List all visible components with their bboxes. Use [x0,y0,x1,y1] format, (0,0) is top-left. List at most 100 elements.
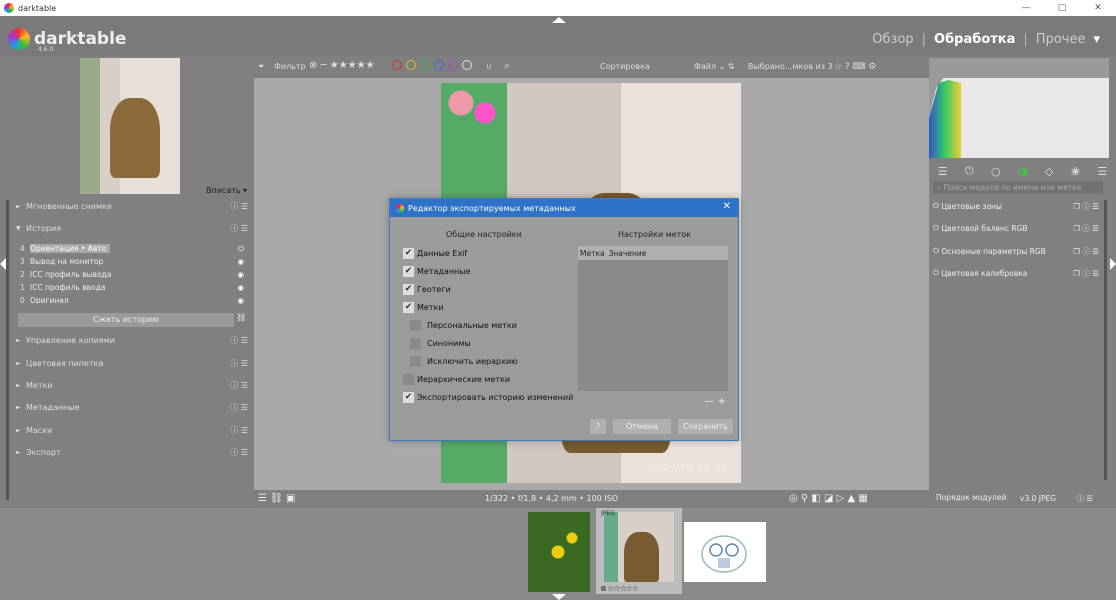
tag-formula-list[interactable]: Метка Значение [578,246,728,391]
checkbox-label: Иерархические метки [417,375,511,384]
right-scrollbar[interactable] [1104,200,1107,480]
filter-icon[interactable]: ⏷ [258,62,264,72]
collapse-bottom-arrow-icon[interactable] [552,594,566,600]
base-modules-icon[interactable]: ○ [991,165,1001,178]
geotags-checkbox[interactable]: ✔ Геотеги [403,284,451,295]
section-history[interactable]: ▼ История ⓘ ☰ [16,219,252,237]
expand-arrow-icon: ► [16,403,21,411]
bottom-right-icons[interactable]: ◎ ⚲ ◧ ◪ ▷ ▲ ▦ [789,493,868,504]
quick-access-icon[interactable]: ☰ [938,165,948,178]
collapse-right-arrow-icon[interactable] [1110,258,1116,270]
module-row[interactable]: ⏻ Основные параметры RGB ❐ ⓘ ☰ [933,242,1103,260]
section-options-icon[interactable]: ⓘ ☰ [230,335,248,346]
brand-version: 4.6.0 [38,46,54,53]
yellow-dot-icon[interactable] [406,60,416,70]
section-duplicates[interactable]: ► Управление копиями ⓘ ☰ [16,331,252,349]
history-item[interactable]: 1 ICC профиль ввода ◉ [20,282,250,293]
module-row[interactable]: ⏻ Цветовая калибровка ❐ ⓘ ☰ [933,264,1103,282]
section-color-picker[interactable]: ► Цветовая пипетка ⓘ ☰ [16,354,252,372]
correct-modules-icon[interactable]: ◇ [1045,165,1053,178]
module-icons[interactable]: ❐ ⓘ ☰ [1073,246,1099,257]
zoom-fit-dropdown[interactable]: Вписать ▾ [206,186,247,195]
power-icon[interactable]: ⏻ [933,246,939,256]
history-item[interactable]: 3 Вывод на монитор ◉ [20,256,250,267]
sort-dropdown[interactable]: Файл ⌄ ⇅ [694,62,735,71]
module-icons[interactable]: ❐ ⓘ ☰ [1073,268,1099,279]
module-order-icons[interactable]: ⓘ ☰ [1076,494,1093,503]
view-darkroom[interactable]: Обработка [934,32,1015,47]
power-icon[interactable]: ⏻ [933,201,939,211]
module-icons[interactable]: ❐ ⓘ ☰ [1073,223,1099,234]
save-button[interactable]: Сохранить [678,419,733,434]
section-masks[interactable]: ► Маски ⓘ ☰ [16,421,252,439]
cancel-button[interactable]: Отмена [613,419,671,434]
section-options-icon[interactable]: ⓘ ☰ [230,402,248,413]
hierarchical-tags-checkbox[interactable]: Иерархические метки [403,374,510,385]
module-icons[interactable]: ❐ ⓘ ☰ [1073,201,1099,212]
compress-history-button[interactable]: Сжать историю [18,313,234,327]
effect-modules-icon[interactable]: ❀ [1071,165,1080,178]
omit-hierarchy-checkbox[interactable]: Исключить иерархию [410,356,518,367]
private-tags-checkbox[interactable]: Персональные метки [410,320,517,331]
column-tag[interactable]: Метка [580,249,605,258]
left-scrollbar[interactable] [6,200,9,500]
rating-filter[interactable]: ⊗ ─ ★★★★★ [309,60,375,71]
maximize-button[interactable]: ▢ [1044,0,1080,16]
view-lighttable[interactable]: Обзор [872,32,913,47]
module-search-input[interactable]: ⌕ Поиск модуля по имени или метке [933,181,1103,194]
history-item[interactable]: 4 Ориентация • Авто ⏻ [20,243,250,254]
synonyms-checkbox[interactable]: Синонимы [410,338,471,349]
filmstrip-thumb[interactable] [684,522,766,582]
section-options-icon[interactable]: ⓘ ☰ [230,223,248,234]
column-value[interactable]: Значение [609,249,647,258]
tags-checkbox[interactable]: ✔ Метки [403,302,444,313]
minimize-button[interactable]: — [1008,0,1044,16]
section-options-icon[interactable]: ⓘ ☰ [230,447,248,458]
active-modules-icon[interactable]: ⏻ [965,164,974,178]
module-row[interactable]: ⏻ Цветовой баланс RGB ❐ ⓘ ☰ [933,219,1103,237]
section-options-icon[interactable]: ⓘ ☰ [230,425,248,436]
checkbox-label: Геотеги [417,285,451,294]
exif-checkbox[interactable]: ✔ Данные Exif [403,248,467,259]
color-modules-icon[interactable]: ◑ [1018,165,1028,178]
search-icon[interactable]: ⌕ [504,59,510,73]
power-icon[interactable]: ⏻ [933,223,939,233]
history-item[interactable]: 0 Оригинал ◉ [20,295,250,306]
toolbar-icons[interactable]: ☆ ? ⌨ ⚙ [834,62,877,72]
union-icon[interactable]: ∪ [486,62,492,71]
section-tags[interactable]: ► Метки ⓘ ☰ [16,376,252,394]
histogram[interactable] [929,58,1109,158]
darktable-logo-icon [8,28,30,50]
filmstrip-thumb[interactable] [528,512,590,592]
power-icon[interactable]: ⏻ [933,268,939,278]
section-export[interactable]: ► Экспорт ⓘ ☰ [16,443,252,461]
section-options-icon[interactable]: ⓘ ☰ [230,380,248,391]
section-snapshots[interactable]: ► Мгновенные снимки ⓘ ☰ [16,197,252,215]
color-label-filter[interactable] [392,60,472,70]
collapse-top-arrow-icon[interactable] [552,17,566,23]
close-icon[interactable]: ✕ [723,201,731,212]
views-dropdown-icon[interactable]: ▾ [1093,32,1100,47]
view-other[interactable]: Прочее [1036,32,1086,47]
green-dot-icon[interactable] [420,60,430,70]
remove-add-buttons[interactable]: — + [704,396,726,407]
module-row[interactable]: ⏻ Цветовые зоны ❐ ⓘ ☰ [933,197,1103,215]
navigation-thumbnail[interactable] [80,58,180,194]
history-style-icon[interactable]: ⛓ [236,313,246,322]
bottom-left-icons[interactable]: ☰ ⛓ ▣ [258,493,295,504]
red-dot-icon[interactable] [392,60,402,70]
help-button[interactable]: ? [590,419,606,434]
section-metadata[interactable]: ► Метаданные ⓘ ☰ [16,398,252,416]
close-window-button[interactable]: ✕ [1080,0,1116,16]
grey-dot-icon[interactable] [462,60,472,70]
section-options-icon[interactable]: ⓘ ☰ [230,201,248,212]
thumb-rating[interactable]: ⊗ ☆☆☆☆☆ [600,584,639,593]
blue-dot-icon[interactable] [434,60,444,70]
history-item[interactable]: 2 ICC профиль вывода ◉ [20,269,250,280]
dev-history-checkbox[interactable]: ✔ Экспортировать историю изменений [403,392,573,403]
section-options-icon[interactable]: ⓘ ☰ [230,358,248,369]
metadata-checkbox[interactable]: ✔ Метаданные [403,266,471,277]
module-order-value[interactable]: v3.0 JPEG ⓘ ☰ [1020,493,1093,504]
purple-dot-icon[interactable] [448,60,458,70]
presets-menu-icon[interactable]: ☰ [1097,165,1107,178]
